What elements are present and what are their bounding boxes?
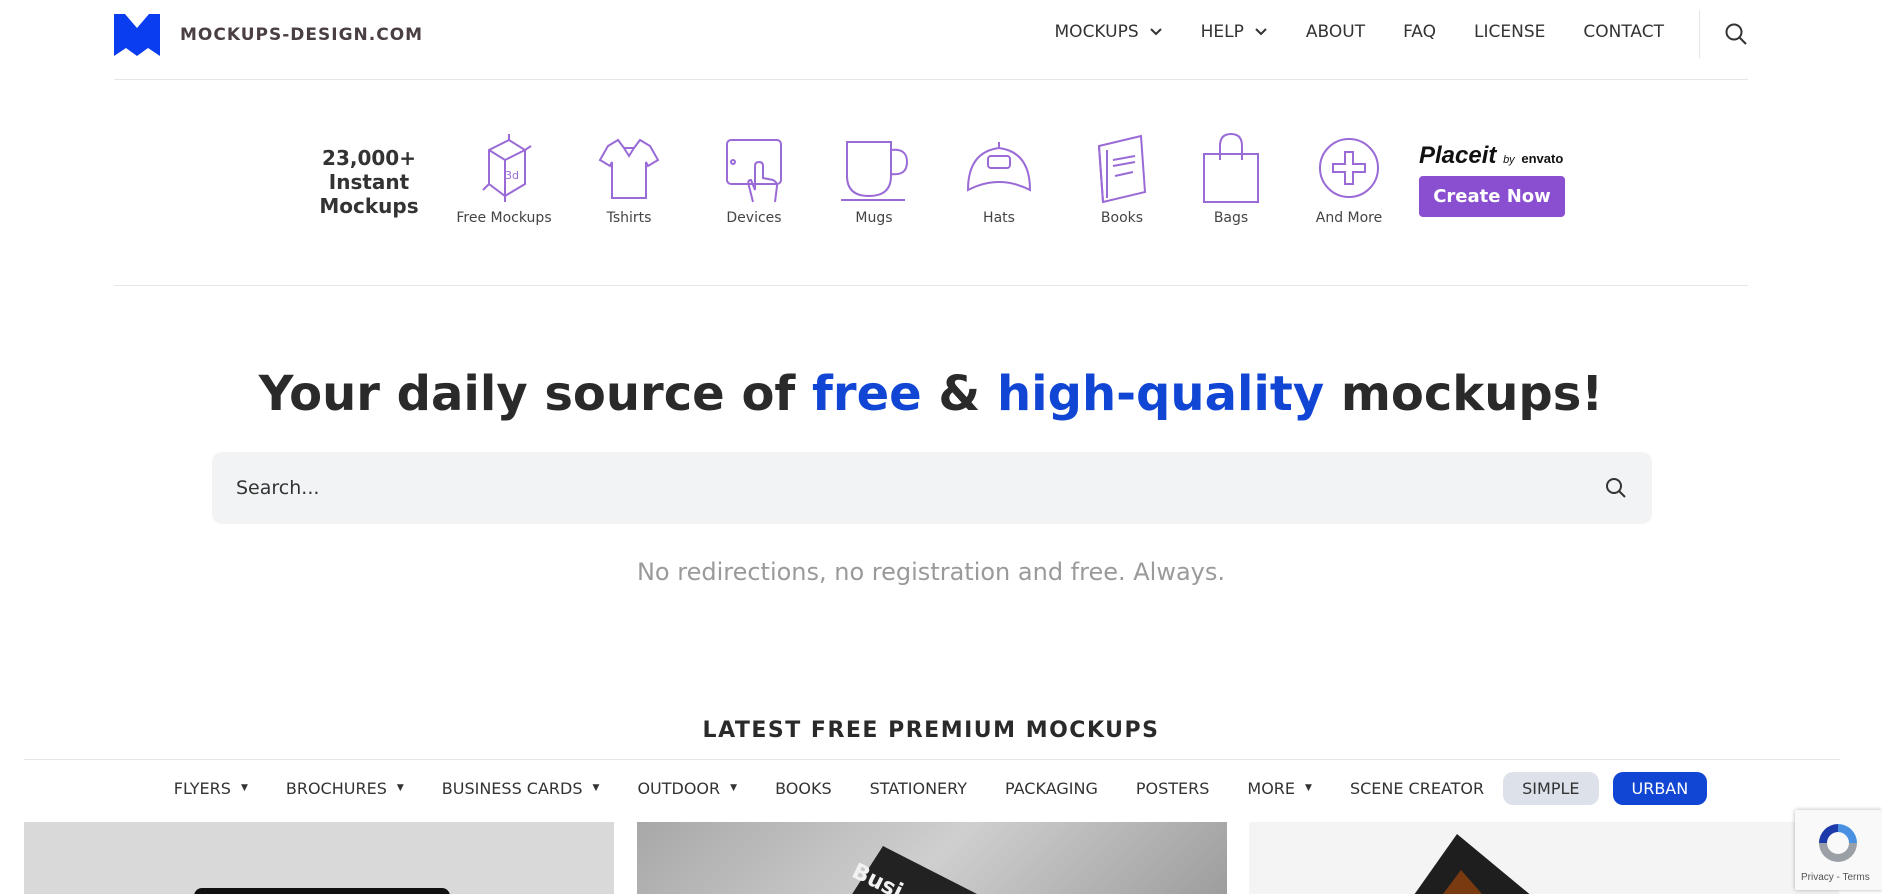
hero-title-part1: Your daily source of: [258, 366, 813, 422]
search-icon[interactable]: [1724, 22, 1748, 46]
banner-cat-free-mockups[interactable]: 3d Free Mockups: [449, 132, 559, 226]
banner-cat-label: Free Mockups: [456, 210, 552, 226]
cat-more[interactable]: MORE ▼: [1247, 779, 1312, 798]
banner-headline: 23,000+ Instant Mockups: [319, 146, 419, 218]
section-divider: [24, 759, 1840, 760]
svg-text:3d: 3d: [505, 169, 519, 182]
tshirt-icon: [598, 138, 660, 199]
mockup-card-1[interactable]: [24, 822, 614, 894]
banner-cat-label: Mugs: [855, 210, 893, 226]
caret-down-icon: ▼: [730, 783, 738, 793]
banner-cat-books[interactable]: Books: [1072, 132, 1172, 226]
cat-books[interactable]: BOOKS: [775, 779, 832, 798]
nav-mockups[interactable]: MOCKUPS: [1055, 22, 1163, 42]
hero-tagline: No redirections, no registration and fre…: [636, 558, 1226, 586]
search-icon[interactable]: [1604, 476, 1628, 500]
book-icon: [1097, 134, 1147, 204]
cat-outdoor-label: OUTDOOR: [637, 778, 721, 798]
site-logo[interactable]: MOCKUPS-DESIGN.COM: [114, 14, 423, 56]
nav-help-label: HELP: [1200, 22, 1244, 42]
logo-text: MOCKUPS-DESIGN.COM: [180, 25, 424, 45]
caret-down-icon: ▼: [1305, 783, 1312, 793]
cat-flyers[interactable]: FLYERS ▼: [174, 779, 248, 798]
nav-faq[interactable]: FAQ: [1403, 22, 1436, 42]
placeit-wordmark: Placeit: [1419, 142, 1497, 169]
cat-flyers-label: FLYERS: [173, 778, 231, 798]
placeit-logo: Placeit by envato: [1419, 142, 1569, 170]
placeit-banner[interactable]: 23,000+ Instant Mockups 3d Free Mockups …: [114, 80, 1748, 286]
cat-brochures-label: BROCHURES: [285, 778, 387, 798]
cat-stationery[interactable]: STATIONERY: [870, 779, 967, 798]
nav-license[interactable]: LICENSE: [1474, 22, 1545, 42]
banner-cat-label: Books: [1100, 210, 1144, 226]
cat-posters[interactable]: POSTERS: [1136, 779, 1210, 798]
banner-cat-label: Hats: [983, 210, 1015, 226]
3d-box-icon: 3d: [482, 134, 532, 202]
recaptcha-icon: [1819, 824, 1857, 862]
style-urban-toggle[interactable]: URBAN: [1612, 771, 1708, 805]
main-nav: MOCKUPS HELP ABOUT FAQ LICENSE CONTACT: [1055, 22, 1664, 42]
banner-cat-label: And More: [1315, 210, 1383, 226]
caret-down-icon: ▼: [396, 783, 404, 793]
hero-title-part2: mockups!: [1324, 366, 1604, 422]
hero-search-input[interactable]: [236, 452, 1576, 524]
cap-icon: [966, 142, 1032, 192]
mug-icon: [841, 141, 909, 201]
chevron-down-icon: [1149, 28, 1162, 36]
chevron-down-icon: [1255, 28, 1267, 36]
banner-cat-label: Devices: [726, 210, 782, 226]
cat-outdoor[interactable]: OUTDOOR ▼: [637, 779, 737, 798]
hero-title-free: free: [812, 366, 922, 422]
cat-packaging[interactable]: PACKAGING: [1005, 779, 1098, 798]
nav-divider: [1699, 10, 1700, 58]
recaptcha-links[interactable]: Privacy - Terms: [1801, 872, 1870, 883]
brand-logo-icon: [114, 14, 160, 56]
recaptcha-badge[interactable]: Privacy - Terms: [1795, 810, 1882, 890]
banner-cat-and-more[interactable]: And More: [1299, 132, 1399, 226]
category-nav: FLYERS ▼ BROCHURES ▼ BUSINESS CARDS ▼ OUTDO…: [0, 770, 1862, 806]
mockup-card-2[interactable]: Busi: [637, 822, 1227, 894]
banner-cat-hats[interactable]: Hats: [949, 132, 1049, 226]
cat-business-cards-label: BUSINESS CARDS: [441, 778, 583, 798]
banner-cat-tshirts[interactable]: Tshirts: [584, 132, 674, 226]
mockup-card-3[interactable]: [1249, 822, 1839, 894]
caret-down-icon: ▼: [240, 783, 248, 793]
latest-heading: LATEST FREE PREMIUM MOCKUPS: [702, 718, 1160, 743]
create-now-button[interactable]: Create Now: [1419, 176, 1565, 217]
site-header: MOCKUPS-DESIGN.COM MOCKUPS HELP ABOUT FA…: [114, 0, 1748, 80]
cat-scene-creator[interactable]: SCENE CREATOR: [1350, 779, 1484, 798]
bag-icon: [1203, 132, 1259, 203]
banner-cat-bags[interactable]: Bags: [1181, 132, 1281, 226]
mockup-thumbnail: [1414, 834, 1530, 894]
hero-title-amp: &: [921, 366, 997, 422]
nav-contact[interactable]: CONTACT: [1583, 22, 1664, 42]
plus-icon: [1319, 138, 1379, 198]
banner-cat-label: Bags: [1213, 210, 1249, 226]
style-simple-toggle[interactable]: SIMPLE: [1503, 771, 1599, 805]
cat-more-label: MORE: [1247, 778, 1296, 798]
cat-brochures[interactable]: BROCHURES ▼: [286, 779, 404, 798]
placeit-promo: Placeit by envato Create Now: [1419, 142, 1569, 217]
placeit-by: by: [1503, 154, 1515, 166]
nav-mockups-label: MOCKUPS: [1054, 22, 1139, 42]
nav-help[interactable]: HELP: [1201, 22, 1268, 42]
cat-business-cards[interactable]: BUSINESS CARDS ▼: [442, 779, 600, 798]
banner-cat-label: Tshirts: [606, 210, 652, 226]
nav-about[interactable]: ABOUT: [1306, 22, 1365, 42]
envato-wordmark: envato: [1521, 151, 1564, 166]
banner-cat-mugs[interactable]: Mugs: [824, 132, 924, 226]
mockup-thumbnail: Busi: [848, 846, 977, 894]
tablet-icon: [726, 139, 782, 203]
caret-down-icon: ▼: [592, 783, 600, 793]
banner-cat-devices[interactable]: Devices: [704, 132, 804, 226]
hero-title: Your daily source of free & high-quality…: [0, 366, 1862, 422]
mockup-thumbnail: [194, 888, 450, 894]
hero-search-box: [212, 452, 1652, 524]
hero-title-hq: high-quality: [996, 366, 1325, 422]
